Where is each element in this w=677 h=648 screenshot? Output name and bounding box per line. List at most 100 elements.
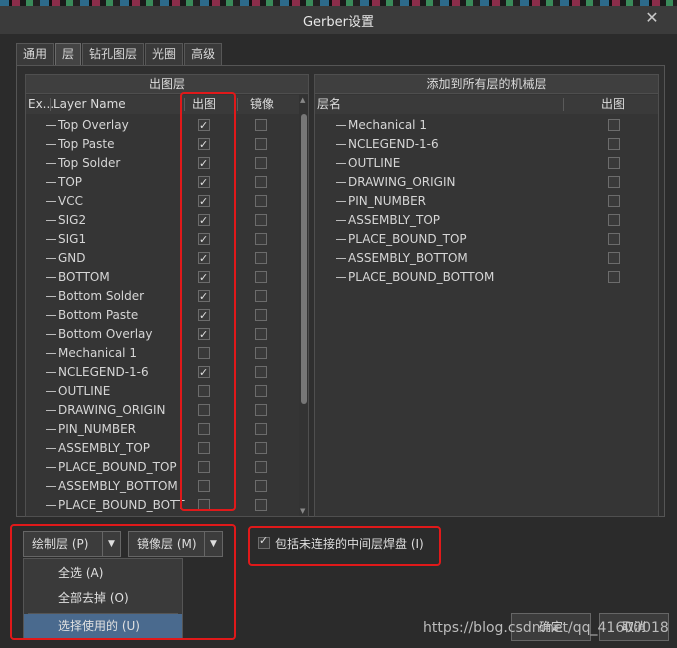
tab-layers[interactable]: 层: [55, 43, 82, 65]
layer-row[interactable]: DRAWING_ORIGIN: [26, 401, 298, 420]
mechanical-layers-header: 添加到所有层的机械层: [315, 75, 658, 94]
title-bar: Gerber设置 ✕: [0, 6, 677, 34]
layer-row[interactable]: ASSEMBLY_TOP: [26, 439, 298, 458]
layer-row[interactable]: OUTLINE: [26, 382, 298, 401]
mirror-checkbox[interactable]: [255, 252, 267, 264]
mirror-checkbox[interactable]: [255, 176, 267, 188]
mechanical-layer-row[interactable]: PIN_NUMBER: [315, 192, 658, 211]
layer-row[interactable]: PLACE_BOUND_TOP: [26, 458, 298, 477]
layer-row[interactable]: Bottom Overlay: [26, 325, 298, 344]
mirror-checkbox[interactable]: [255, 157, 267, 169]
mirror-checkbox[interactable]: [255, 480, 267, 492]
plot-checkbox[interactable]: [608, 214, 620, 226]
tree-line: [336, 220, 346, 221]
layer-name: BOTTOM: [58, 270, 110, 284]
mirror-checkbox[interactable]: [255, 423, 267, 435]
layer-name: Bottom Overlay: [58, 327, 153, 341]
mirror-checkbox[interactable]: [255, 442, 267, 454]
mechanical-layers-list[interactable]: 添加到所有层的机械层 层名 出图 Mechanical 1 NCLEGEND-1-…: [314, 74, 659, 517]
scroll-down-icon[interactable]: ▼: [300, 507, 305, 515]
layer-row[interactable]: GND: [26, 249, 298, 268]
mirror-checkbox[interactable]: [255, 309, 267, 321]
mirror-checkbox[interactable]: [255, 119, 267, 131]
col-mirror[interactable]: 镜像: [250, 95, 274, 114]
layer-row[interactable]: PLACE_BOUND_BOTT: [26, 496, 298, 515]
col-layer-name[interactable]: 层名: [317, 95, 341, 114]
layer-row[interactable]: Top Overlay: [26, 116, 298, 135]
plot-checkbox[interactable]: [608, 138, 620, 150]
mechanical-layer-row[interactable]: ASSEMBLY_BOTTOM: [315, 249, 658, 268]
tree-line: [46, 258, 56, 259]
mirror-checkbox[interactable]: [255, 499, 267, 511]
mirror-checkbox[interactable]: [255, 328, 267, 340]
layer-row[interactable]: Top Solder: [26, 154, 298, 173]
plot-checkbox[interactable]: [608, 271, 620, 283]
tree-line: [46, 429, 56, 430]
output-layers-list[interactable]: 出图层 Ex... Layer Name 出图 镜像 ▲ ▼ Top Overl…: [25, 74, 309, 517]
layer-row[interactable]: Bottom Solder: [26, 287, 298, 306]
layer-row[interactable]: VCC: [26, 192, 298, 211]
layer-row[interactable]: ASSEMBLY_BOTTOM: [26, 477, 298, 496]
tree-line: [46, 467, 56, 468]
layer-name: PIN_NUMBER: [348, 194, 427, 208]
plot-checkbox[interactable]: [608, 157, 620, 169]
layer-row[interactable]: SIG2: [26, 211, 298, 230]
tree-line: [46, 296, 56, 297]
mechanical-layer-row[interactable]: OUTLINE: [315, 154, 658, 173]
mechanical-layer-row[interactable]: PLACE_BOUND_TOP: [315, 230, 658, 249]
plot-checkbox[interactable]: [608, 176, 620, 188]
mirror-checkbox[interactable]: [255, 404, 267, 416]
plot-checkbox[interactable]: [608, 233, 620, 245]
mechanical-layer-row[interactable]: PLACE_BOUND_BOTTOM: [315, 268, 658, 287]
tree-line: [46, 201, 56, 202]
tree-line: [46, 353, 56, 354]
tree-line: [46, 391, 56, 392]
layer-row[interactable]: TOP: [26, 173, 298, 192]
mirror-checkbox[interactable]: [255, 385, 267, 397]
tree-line: [46, 372, 56, 373]
layer-row[interactable]: BOTTOM: [26, 268, 298, 287]
mirror-checkbox[interactable]: [255, 461, 267, 473]
tab-general[interactable]: 通用: [16, 43, 55, 65]
mirror-checkbox[interactable]: [255, 214, 267, 226]
output-layers-header: 出图层: [26, 75, 308, 94]
layer-row[interactable]: SIG1: [26, 230, 298, 249]
tab-advanced[interactable]: 高级: [184, 43, 223, 65]
layer-row[interactable]: Bottom Paste: [26, 306, 298, 325]
highlight-box-plot-column: [180, 92, 236, 511]
plot-checkbox[interactable]: [608, 195, 620, 207]
mechanical-layer-row[interactable]: ASSEMBLY_TOP: [315, 211, 658, 230]
layer-row[interactable]: NCLEGEND-1-6: [26, 363, 298, 382]
layer-name: PLACE_BOUND_BOTTOM: [348, 270, 495, 284]
mirror-checkbox[interactable]: [255, 271, 267, 283]
mirror-checkbox[interactable]: [255, 195, 267, 207]
output-layers-scrollbar[interactable]: ▲ ▼: [299, 94, 308, 516]
plot-checkbox[interactable]: [608, 119, 620, 131]
tree-line: [46, 315, 56, 316]
scroll-thumb[interactable]: [301, 114, 307, 404]
mirror-checkbox[interactable]: [255, 347, 267, 359]
layer-name: NCLEGEND-1-6: [58, 365, 149, 379]
layer-row[interactable]: PIN_NUMBER: [26, 420, 298, 439]
scroll-up-icon[interactable]: ▲: [300, 96, 305, 104]
close-icon[interactable]: ✕: [639, 6, 665, 30]
layer-name: Top Paste: [58, 137, 115, 151]
tab-apertures[interactable]: 光圈: [145, 43, 184, 65]
plot-checkbox[interactable]: [608, 252, 620, 264]
mechanical-layer-row[interactable]: DRAWING_ORIGIN: [315, 173, 658, 192]
mirror-checkbox[interactable]: [255, 290, 267, 302]
layer-name: DRAWING_ORIGIN: [348, 175, 456, 189]
mirror-checkbox[interactable]: [255, 366, 267, 378]
layer-row[interactable]: Mechanical 1: [26, 344, 298, 363]
layer-name: ASSEMBLY_TOP: [348, 213, 441, 227]
mechanical-layer-row[interactable]: NCLEGEND-1-6: [315, 135, 658, 154]
layer-row[interactable]: Top Paste: [26, 135, 298, 154]
layer-name: VCC: [58, 194, 83, 208]
mechanical-layer-row[interactable]: Mechanical 1: [315, 116, 658, 135]
col-layer-name[interactable]: Layer Name: [53, 95, 126, 114]
tab-drill-layers[interactable]: 钻孔图层: [82, 43, 145, 65]
mirror-checkbox[interactable]: [255, 138, 267, 150]
col-plot[interactable]: 出图: [601, 95, 625, 114]
mechanical-layers-columns: 层名 出图: [315, 95, 658, 114]
mirror-checkbox[interactable]: [255, 233, 267, 245]
